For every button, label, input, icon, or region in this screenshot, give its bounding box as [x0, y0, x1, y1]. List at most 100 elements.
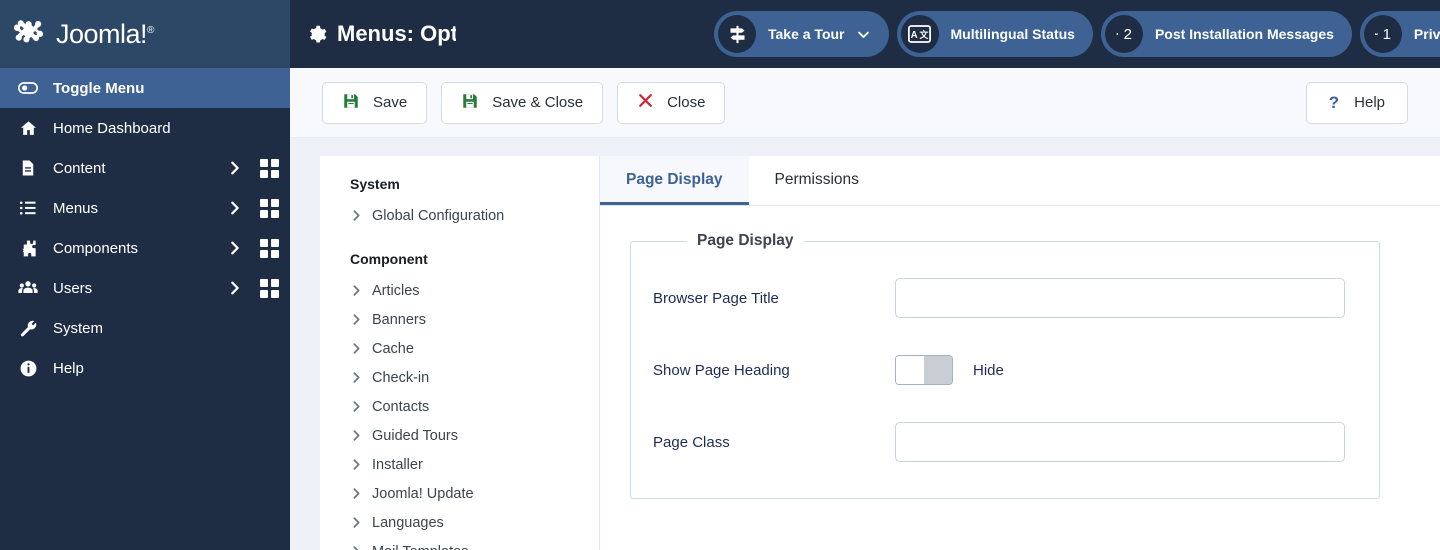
sidebar-item-label: Users	[53, 279, 93, 297]
private-messages-pill[interactable]: 1 Private Messages	[1359, 11, 1440, 57]
sidebar-item-system[interactable]: System	[0, 308, 290, 348]
sidebar-toggle-menu[interactable]: Toggle Menu	[0, 68, 290, 108]
translate-icon: A文	[900, 15, 939, 53]
config-item-cache[interactable]: Cache	[350, 334, 599, 363]
pill-label: Multilingual Status	[950, 26, 1075, 42]
fieldset-legend: Page Display	[697, 232, 794, 249]
grid-icon[interactable]	[248, 238, 290, 258]
show-page-heading-toggle[interactable]	[895, 355, 953, 385]
page-class-input[interactable]	[895, 422, 1345, 462]
page-display-fieldset: Page Display Browser Page Title Show Pag…	[630, 232, 1380, 499]
joomla-admin-app: Joomla!® Toggle Menu Home Dashboard Cont…	[0, 0, 1440, 550]
config-group-title: System	[350, 176, 400, 192]
config-item-label: Banners	[372, 311, 427, 328]
save-button[interactable]: Save	[322, 81, 428, 124]
grid-icon[interactable]	[248, 198, 290, 218]
bell-icon-with-count: 2	[1104, 15, 1143, 53]
x-icon	[637, 92, 654, 113]
tab-panel-page-display: Page Display Browser Page Title Show Pag…	[600, 206, 1440, 550]
page-title-text: Menus: Opti	[337, 21, 456, 46]
sidebar-item-label: Content	[53, 159, 106, 177]
sidebar-item-label: Home Dashboard	[53, 119, 171, 137]
sidebar-item-help[interactable]: Help	[0, 348, 290, 388]
config-sidebar-list: System Global Configuration Component Ar…	[320, 156, 600, 550]
config-item-label: Check-in	[372, 369, 430, 386]
chevron-right-icon[interactable]	[222, 160, 248, 176]
close-button[interactable]: Close	[617, 81, 726, 124]
envelope-icon-with-count: 1	[1363, 15, 1402, 53]
pill-label: Post Installation Messages	[1154, 26, 1334, 42]
badge-count: 1	[1382, 25, 1391, 43]
grid-icon[interactable]	[248, 158, 290, 178]
brand-name-text: Joomla!	[56, 18, 148, 49]
floppy-disk-icon	[342, 92, 360, 114]
content-area: System Global Configuration Component Ar…	[290, 138, 1440, 550]
config-item-guided-tours[interactable]: Guided Tours	[350, 421, 599, 450]
tab-page-display[interactable]: Page Display	[600, 156, 749, 205]
page-class-label: Page Class	[653, 433, 730, 451]
chevron-right-icon[interactable]	[222, 240, 248, 256]
multilingual-status-pill[interactable]: A文 Multilingual Status	[896, 11, 1093, 57]
close-button-label: Close	[667, 94, 706, 111]
chevron-right-icon	[350, 545, 372, 550]
main-region: Menus: Opti Take a Tour A文 Multilingual …	[290, 0, 1440, 550]
chevron-right-icon[interactable]	[222, 200, 248, 216]
sidebar-item-home-dashboard[interactable]: Home Dashboard	[0, 108, 290, 148]
sidebar: Joomla!® Toggle Menu Home Dashboard Cont…	[0, 0, 290, 550]
sidebar-item-label: Components	[53, 239, 139, 257]
question-mark-icon: ?	[1328, 92, 1340, 112]
tab-permissions[interactable]: Permissions	[749, 156, 885, 205]
field-row-show-page-heading: Show Page Heading Hide	[653, 334, 1357, 406]
save-and-close-button[interactable]: Save & Close	[441, 81, 604, 124]
sidebar-item-components[interactable]: Components	[0, 228, 290, 268]
take-a-tour-pill[interactable]: Take a Tour	[714, 11, 889, 57]
sidebar-item-label: System	[53, 319, 104, 337]
sidebar-item-menus[interactable]: Menus	[0, 188, 290, 228]
action-toolbar: Save Save & Close Close ? Help	[290, 68, 1440, 138]
sidebar-item-users[interactable]: Users	[0, 268, 290, 308]
config-item-label: Installer	[372, 456, 423, 473]
config-group-title: Component	[350, 251, 428, 267]
config-item-global-configuration[interactable]: Global Configuration	[350, 201, 599, 230]
config-item-languages[interactable]: Languages	[350, 508, 599, 537]
browser-page-title-input[interactable]	[895, 278, 1345, 318]
chevron-right-icon	[350, 516, 372, 529]
pill-label: Private Messages	[1413, 26, 1440, 42]
top-header: Menus: Opti Take a Tour A文 Multilingual …	[290, 0, 1440, 68]
grid-icon[interactable]	[248, 278, 290, 298]
info-circle-icon	[17, 359, 39, 378]
sidebar-item-content[interactable]: Content	[0, 148, 290, 188]
config-item-label: Languages	[372, 514, 444, 531]
users-icon	[17, 278, 39, 298]
badge-count: 2	[1123, 25, 1132, 43]
toggle-knob	[896, 356, 924, 384]
config-item-label: Global Configuration	[372, 207, 505, 224]
chevron-down-icon[interactable]	[856, 27, 871, 42]
config-item-check-in[interactable]: Check-in	[350, 363, 599, 392]
config-item-installer[interactable]: Installer	[350, 450, 599, 479]
brand-logo[interactable]: Joomla!®	[0, 0, 290, 68]
toggle-track	[924, 356, 952, 384]
post-installation-messages-pill[interactable]: 2 Post Installation Messages	[1100, 11, 1352, 57]
floppy-disk-icon	[461, 92, 479, 114]
config-item-label: Cache	[372, 340, 414, 357]
svg-text:A: A	[911, 30, 918, 41]
help-button[interactable]: ? Help	[1305, 81, 1408, 124]
config-item-articles[interactable]: Articles	[350, 276, 599, 305]
config-item-label: Guided Tours	[372, 427, 458, 444]
chevron-right-icon	[350, 429, 372, 442]
config-item-joomla-update[interactable]: Joomla! Update	[350, 479, 599, 508]
config-item-mail-templates[interactable]: Mail Templates	[350, 537, 599, 550]
config-item-label: Contacts	[372, 398, 430, 415]
show-page-heading-value: Hide	[973, 361, 1004, 379]
puzzle-piece-icon	[17, 239, 39, 258]
chevron-right-icon	[350, 458, 372, 471]
chevron-right-icon[interactable]	[222, 280, 248, 296]
config-item-banners[interactable]: Banners	[350, 305, 599, 334]
svg-text:文: 文	[920, 29, 929, 40]
list-icon	[17, 199, 39, 217]
chevron-right-icon	[350, 209, 372, 222]
header-pill-group: Take a Tour A文 Multilingual Status 2 Pos…	[714, 0, 1440, 68]
chevron-right-icon	[350, 371, 372, 384]
config-item-contacts[interactable]: Contacts	[350, 392, 599, 421]
